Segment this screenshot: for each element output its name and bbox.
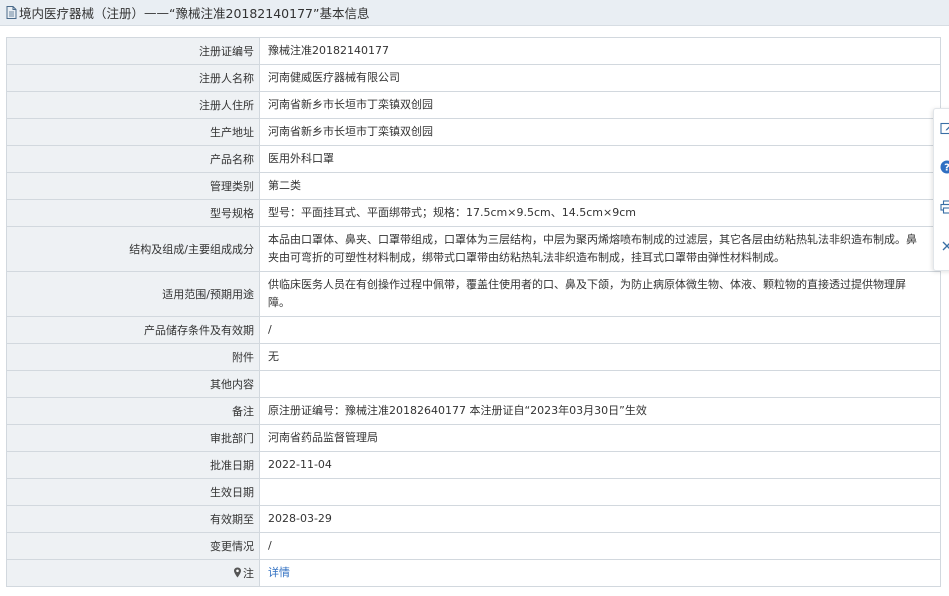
field-label: 注册人住所 (6, 91, 260, 119)
table-row: 变更情况 / (6, 532, 941, 560)
table-row: 注册证编号 豫械注准20182140177 (6, 37, 941, 65)
table-row: 适用范围/预期用途 供临床医务人员在有创操作过程中佩带，覆盖住使用者的口、鼻及下… (6, 271, 941, 317)
field-value: 河南省新乡市长垣市丁栾镇双创园 (259, 91, 941, 119)
table-row: 管理类别 第二类 (6, 172, 941, 200)
field-value: 豫械注准20182140177 (259, 37, 941, 65)
note-label: 注 (243, 567, 254, 580)
field-label: 注册证编号 (6, 37, 260, 65)
field-label: 产品储存条件及有效期 (6, 316, 260, 344)
field-label: 生产地址 (6, 118, 260, 146)
table-row: 生产地址 河南省新乡市长垣市丁栾镇双创园 (6, 118, 941, 146)
header-category: 境内医疗器械（注册） (19, 6, 145, 21)
note-row: 注 详情 (6, 559, 941, 587)
field-label: 产品名称 (6, 145, 260, 173)
pin-icon (234, 567, 241, 578)
table-row: 型号规格 型号：平面挂耳式、平面绑带式；规格：17.5cm×9.5cm、14.5… (6, 199, 941, 227)
field-value: 无 (259, 343, 941, 371)
page-header: 境内医疗器械（注册） —— “豫械注准20182140177” 基本信息 (0, 0, 949, 26)
note-value-cell: 详情 (259, 559, 941, 587)
document-icon (6, 6, 17, 19)
table-row: 产品名称 医用外科口罩 (6, 145, 941, 173)
field-value: / (259, 532, 941, 560)
field-value: 第二类 (259, 172, 941, 200)
field-label: 审批部门 (6, 424, 260, 452)
table-row: 有效期至 2028-03-29 (6, 505, 941, 533)
field-label: 批准日期 (6, 451, 260, 479)
header-separator: —— (144, 5, 170, 20)
field-value: 医用外科口罩 (259, 145, 941, 173)
table-row: 附件 无 (6, 343, 941, 371)
field-label: 变更情况 (6, 532, 260, 560)
field-value (259, 370, 941, 398)
svg-text:?: ? (944, 163, 949, 174)
field-label: 生效日期 (6, 478, 260, 506)
field-label: 备注 (6, 397, 260, 425)
field-value (259, 478, 941, 506)
table-row: 注册人住所 河南省新乡市长垣市丁栾镇双创园 (6, 91, 941, 119)
field-label: 适用范围/预期用途 (6, 271, 260, 317)
edit-icon[interactable] (940, 121, 949, 135)
field-label: 有效期至 (6, 505, 260, 533)
field-value: 供临床医务人员在有创操作过程中佩带，覆盖住使用者的口、鼻及下颌，为防止病原体微生… (259, 271, 941, 317)
table-row: 结构及组成/主要组成成分 本品由口罩体、鼻夹、口罩带组成，口罩体为三层结构，中层… (6, 226, 941, 272)
field-value: 河南健威医疗器械有限公司 (259, 64, 941, 92)
field-label: 管理类别 (6, 172, 260, 200)
table-row: 批准日期 2022-11-04 (6, 451, 941, 479)
header-registration-no: “豫械注准20182140177” (169, 6, 320, 21)
field-value: / (259, 316, 941, 344)
field-label: 附件 (6, 343, 260, 371)
field-label: 型号规格 (6, 199, 260, 227)
header-suffix: 基本信息 (319, 6, 370, 21)
print-icon[interactable] (940, 200, 949, 214)
field-value: 2022-11-04 (259, 451, 941, 479)
table-row: 产品储存条件及有效期 / (6, 316, 941, 344)
field-value: 2028-03-29 (259, 505, 941, 533)
field-value: 原注册证编号：豫械注准20182640177 本注册证自“2023年03月30日… (259, 397, 941, 425)
table-row: 生效日期 (6, 478, 941, 506)
field-label: 其他内容 (6, 370, 260, 398)
details-link[interactable]: 详情 (268, 566, 290, 579)
close-icon[interactable] (940, 239, 949, 253)
field-value: 型号：平面挂耳式、平面绑带式；规格：17.5cm×9.5cm、14.5cm×9c… (259, 199, 941, 227)
field-value: 河南省药品监督管理局 (259, 424, 941, 452)
field-value: 河南省新乡市长垣市丁栾镇双创园 (259, 118, 941, 146)
help-icon[interactable]: ? (940, 160, 949, 174)
basic-info-table: 注册证编号 豫械注准20182140177 注册人名称 河南健威医疗器械有限公司… (6, 37, 941, 587)
field-value: 本品由口罩体、鼻夹、口罩带组成，口罩体为三层结构，中层为聚丙烯熔喷布制成的过滤层… (259, 226, 941, 272)
table-row: 审批部门 河南省药品监督管理局 (6, 424, 941, 452)
note-label-cell: 注 (6, 559, 260, 587)
field-label: 注册人名称 (6, 64, 260, 92)
field-label: 结构及组成/主要组成成分 (6, 226, 260, 272)
table-row: 其他内容 (6, 370, 941, 398)
table-row: 注册人名称 河南健威医疗器械有限公司 (6, 64, 941, 92)
table-row: 备注 原注册证编号：豫械注准20182640177 本注册证自“2023年03月… (6, 397, 941, 425)
floating-toolbar: ? (933, 108, 949, 271)
